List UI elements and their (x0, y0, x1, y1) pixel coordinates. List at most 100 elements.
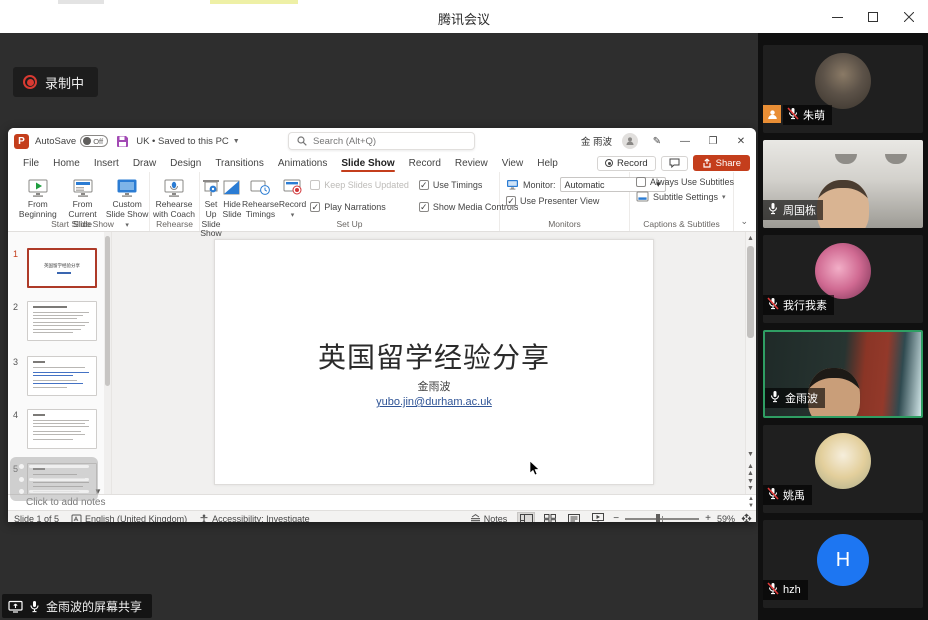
ribbon-tab-design[interactable]: Design (163, 156, 208, 171)
participant-name-badge: 姚禹 (763, 485, 812, 505)
close-button[interactable] (896, 6, 922, 28)
ribbon-tab-draw[interactable]: Draw (126, 156, 163, 171)
thumbnail-preview[interactable] (27, 356, 97, 396)
record-button[interactable]: Record (597, 156, 656, 171)
comments-button[interactable] (661, 156, 688, 171)
comment-icon (669, 158, 680, 168)
subtitle-settings-button[interactable]: Subtitle Settings ▾ (636, 191, 726, 202)
zoom-out-button[interactable]: − (613, 513, 619, 522)
participant-name: 我行我素 (783, 297, 827, 313)
thumbnail-text-line (33, 306, 67, 308)
scroll-down-icon[interactable]: ▼ (745, 448, 756, 460)
participant-tile-2[interactable]: 周国栋 (763, 140, 923, 228)
scroll-up-icon[interactable]: ▲ (745, 232, 756, 244)
hide-slide-icon (222, 179, 242, 197)
ink-pen-icon[interactable]: ✎ (648, 136, 666, 147)
slide-counter: Slide 1 of 5 (14, 514, 59, 523)
scrollbar-thumb[interactable] (747, 246, 754, 338)
microphone-muted-icon (767, 297, 779, 313)
ribbon-tab-help[interactable]: Help (530, 156, 565, 171)
fit-slide-to-window-icon[interactable] (741, 513, 752, 522)
hide-slide-button[interactable]: Hide Slide (222, 175, 242, 220)
save-icon[interactable] (116, 135, 129, 148)
language-indicator[interactable]: English (United Kingdom) (71, 514, 187, 523)
share-button[interactable]: Share (693, 155, 750, 171)
ribbon-tab-animations[interactable]: Animations (271, 156, 334, 171)
collapse-ribbon-button[interactable]: ⌄ (740, 216, 748, 227)
ribbon-tab-record[interactable]: Record (402, 156, 448, 171)
ppt-restore-button[interactable]: ❐ (704, 136, 722, 147)
thumbnail-preview[interactable]: 英国留学经验分享 (27, 248, 97, 288)
thumbnails-scrollbar[interactable] (104, 232, 111, 494)
share-badge-label: 金雨波的屏幕共享 (46, 598, 142, 615)
participant-tile-1[interactable]: 朱萌 (763, 45, 923, 133)
slide-canvas[interactable]: 英国留学经验分享 金雨波 yubo.jin@durham.ac.uk (214, 239, 654, 485)
ribbon-tab-file[interactable]: File (16, 156, 46, 171)
record-slideshow-button[interactable]: Record▾ (279, 175, 306, 220)
thumbnail-preview[interactable] (27, 409, 97, 449)
chevron-down-icon: ▼ (233, 138, 240, 145)
checkbox-always-use-subtitles[interactable]: Always Use Subtitles (636, 177, 734, 187)
slide-subtitle[interactable]: 金雨波 (215, 378, 653, 394)
notes-area[interactable]: ▼ Click to add notes ▲▼ (8, 494, 756, 510)
ribbon: From Beginning From Current Slide Custom… (8, 172, 756, 232)
autosave-toggle[interactable]: Off (80, 135, 108, 147)
ribbon-tab-insert[interactable]: Insert (87, 156, 126, 171)
participant-name: 朱萌 (803, 107, 825, 123)
normal-view-button[interactable] (517, 512, 535, 522)
thumbnail-text-line (33, 325, 85, 326)
minimize-button[interactable] (824, 6, 850, 28)
rehearse-timings-button[interactable]: Rehearse Timings (242, 175, 279, 220)
ribbon-tab-slide-show[interactable]: Slide Show (334, 156, 401, 171)
ribbon-tab-transitions[interactable]: Transitions (208, 156, 271, 171)
set-up-slide-show-button[interactable]: Set Up Slide Show (200, 175, 222, 239)
ppt-minimize-button[interactable]: — (676, 136, 694, 147)
microphone-muted-icon (767, 487, 779, 503)
document-title[interactable]: UK • Saved to this PC ▼ (136, 136, 240, 147)
checkbox-use-presenter-view[interactable]: ✓Use Presenter View (506, 196, 599, 206)
slide-sorter-view-button[interactable] (541, 512, 559, 522)
participant-tile-4[interactable]: 金雨波 (763, 330, 923, 418)
user-avatar[interactable] (622, 133, 638, 149)
background-lamp (835, 154, 857, 164)
participant-avatar (815, 243, 871, 299)
participant-tile-3[interactable]: 我行我素 (763, 235, 923, 323)
thumbnail-text-line (33, 329, 81, 330)
ppt-close-button[interactable]: ✕ (732, 136, 750, 147)
accessibility-checker[interactable]: Accessibility: Investigate (199, 514, 310, 523)
notes-scroll-arrows[interactable]: ▲▼ (748, 496, 754, 509)
slide-title[interactable]: 英国留学经验分享 (215, 336, 653, 376)
thumbnail-mini-link (57, 272, 71, 274)
ribbon-tab-home[interactable]: Home (46, 156, 87, 171)
zoom-in-button[interactable]: + (705, 513, 711, 522)
maximize-button[interactable] (860, 6, 886, 28)
zoom-level[interactable]: 59% (717, 514, 735, 523)
zoom-slider-thumb[interactable] (656, 514, 660, 523)
ppt-statusbar: Slide 1 of 5 English (United Kingdom) Ac… (8, 510, 756, 522)
slideshow-view-button[interactable] (589, 512, 607, 522)
next-slide-button[interactable]: ▼▼ (747, 478, 754, 492)
participant-tile-5[interactable]: 姚禹 (763, 425, 923, 513)
slide-email-link[interactable]: yubo.jin@durham.ac.uk (215, 396, 653, 408)
participant-initial-avatar: H (817, 534, 869, 586)
checkbox-box (310, 180, 320, 190)
search-box[interactable]: Search (Alt+Q) (288, 132, 475, 150)
zoom-slider[interactable] (625, 518, 699, 520)
checkbox-play-narrations[interactable]: ✓Play Narrations (310, 197, 409, 217)
participant-name-badge: hzh (763, 580, 808, 600)
previous-slide-button[interactable]: ▲▲ (747, 463, 754, 477)
participants-sidebar: 朱萌周国栋我行我素金雨波姚禹 Hhzh (758, 33, 928, 620)
participant-tile-6[interactable]: Hhzh (763, 520, 923, 608)
autosave-label: AutoSave (35, 136, 76, 147)
editor-scrollbar[interactable]: ▲ ▼ ▲▲ ▼▼ (745, 232, 756, 494)
rehearse-with-coach-button[interactable]: Rehearse with Coach (150, 175, 198, 220)
notes-toggle-button[interactable]: Notes (470, 514, 508, 523)
from-beginning-button[interactable]: From Beginning (16, 175, 60, 220)
ribbon-tab-view[interactable]: View (495, 156, 531, 171)
thumbnail-preview[interactable] (27, 301, 97, 341)
thumbnail-text-line (33, 439, 73, 440)
floating-toolbar-overlay[interactable] (10, 457, 98, 501)
checkbox-keep-slides-updated[interactable]: Keep Slides Updated (310, 175, 409, 195)
ribbon-tab-review[interactable]: Review (448, 156, 495, 171)
reading-view-button[interactable] (565, 512, 583, 522)
